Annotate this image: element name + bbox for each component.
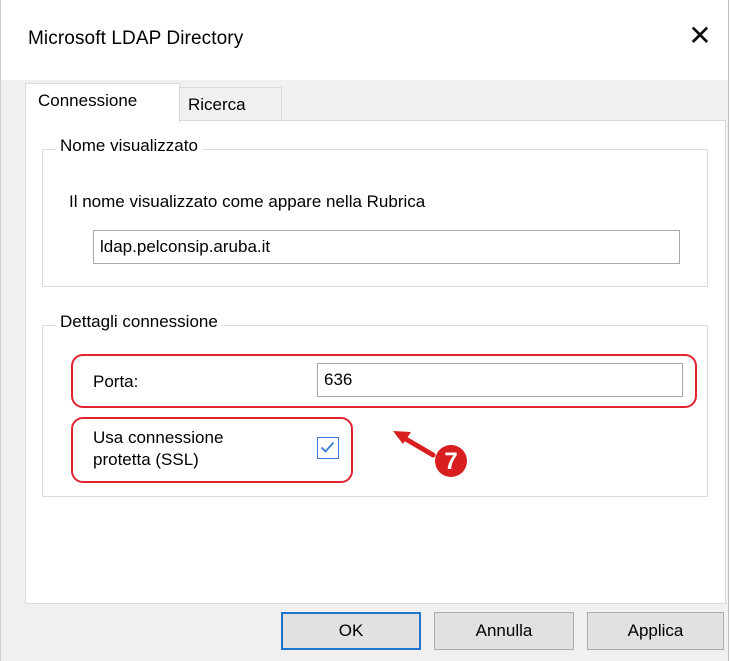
display-name-description: Il nome visualizzato come appare nella R… — [69, 192, 426, 211]
close-icon[interactable]: ✕ — [684, 20, 716, 52]
tab-ricerca[interactable]: Ricerca — [180, 87, 282, 121]
ok-button[interactable]: OK — [281, 612, 421, 650]
annotation-step-number: 7 — [444, 448, 457, 475]
ldap-directory-dialog: Microsoft LDAP Directory ✕ Connessione R… — [0, 0, 729, 661]
display-name-input[interactable]: ldap.pelconsip.aruba.it — [93, 230, 680, 264]
annotation-arrow-icon: 7 — [393, 431, 467, 477]
display-name-group: Nome visualizzato Il nome visualizzato c… — [42, 136, 708, 287]
connection-details-group-title: Dettagli connessione — [56, 312, 222, 332]
step-annotation: 7 — [391, 425, 481, 480]
display-name-group-title: Nome visualizzato — [56, 136, 202, 156]
port-input[interactable]: 636 — [317, 363, 683, 397]
port-label: Porta: — [93, 372, 139, 391]
ssl-label-line2: protetta (SSL) — [93, 450, 199, 469]
ssl-checkbox[interactable] — [317, 437, 339, 459]
ssl-label: Usa connessione protetta (SSL) — [93, 427, 223, 471]
checkmark-icon — [320, 441, 335, 453]
apply-button[interactable]: Applica — [587, 612, 724, 650]
title-bar: Microsoft LDAP Directory ✕ — [1, 0, 728, 80]
ssl-label-line1: Usa connessione — [93, 428, 224, 447]
tab-panel-connessione: Nome visualizzato Il nome visualizzato c… — [25, 120, 726, 604]
cancel-button[interactable]: Annulla — [434, 612, 574, 650]
connection-details-group: Dettagli connessione Porta: 636 Usa conn… — [42, 312, 708, 497]
window-title: Microsoft LDAP Directory — [28, 28, 244, 49]
tab-connessione[interactable]: Connessione — [25, 83, 180, 123]
